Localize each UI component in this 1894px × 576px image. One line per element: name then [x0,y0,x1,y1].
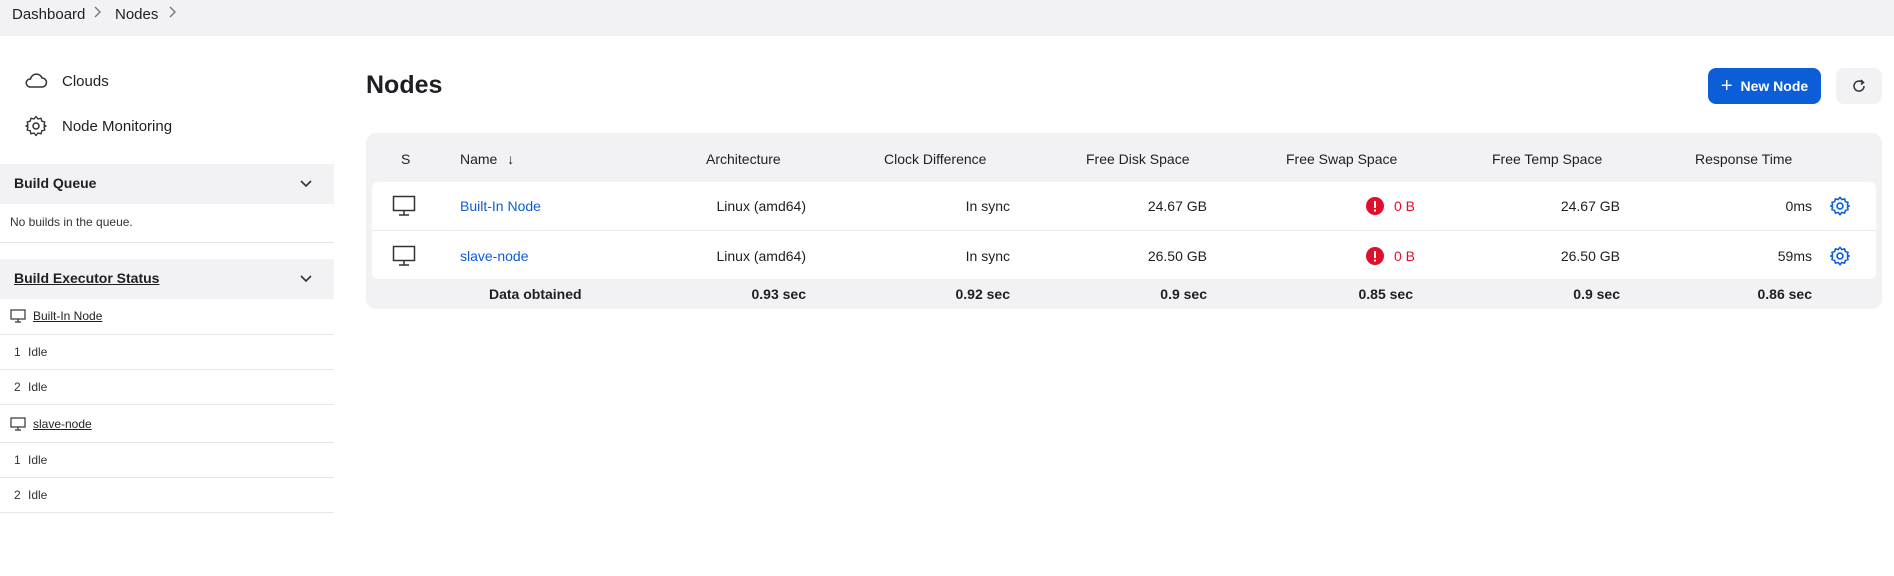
warning-icon [1366,247,1384,270]
computer-icon [392,195,416,216]
executor-row: 1 Idle [0,335,334,370]
data-obtained-temp: 0.9 sec [1573,286,1620,302]
response-value: 59ms [1777,248,1812,264]
data-obtained-disk: 0.9 sec [1160,286,1207,302]
data-obtained-swap: 0.85 sec [1358,286,1414,302]
divider [0,242,334,243]
configure-gear-icon[interactable] [1829,195,1851,217]
build-queue-header[interactable]: Build Queue [0,164,334,204]
temp-value: 26.50 GB [1560,248,1620,264]
executor-status: Idle [28,453,48,467]
data-obtained-response: 0.86 sec [1757,286,1813,302]
data-obtained-architecture: 0.93 sec [751,286,807,302]
executor-row: 2 Idle [0,478,334,513]
sort-arrow-icon: ↓ [507,151,515,167]
breadcrumb-dashboard[interactable]: Dashboard [12,6,85,23]
disk-value: 24.67 GB [1147,198,1207,214]
chevron-down-icon[interactable] [298,176,314,192]
refresh-icon [1853,79,1865,92]
sidebar-item-label: Node Monitoring [62,117,173,135]
header-clock-difference[interactable]: Clock Difference [884,151,986,167]
header-name[interactable]: Name ↓ [460,151,514,167]
header-name-label: Name [460,151,498,167]
breadcrumb-nodes[interactable]: Nodes [115,6,158,23]
executor-row: 1 Idle [0,443,334,478]
executor-number: 1 [14,453,21,467]
build-queue-title: Build Queue [14,175,97,191]
disk-value: 26.50 GB [1147,248,1207,264]
temp-value: 24.67 GB [1560,198,1620,214]
new-node-button[interactable]: + New Node [1708,68,1821,104]
sidebar-item-node-monitoring[interactable]: Node Monitoring [24,112,172,140]
executor-number: 2 [14,380,21,394]
data-obtained-label: Data obtained [489,286,582,302]
header-free-disk[interactable]: Free Disk Space [1086,151,1189,167]
executor-row: 2 Idle [0,370,334,405]
build-queue-empty: No builds in the queue. [10,215,133,229]
header-free-temp[interactable]: Free Temp Space [1492,151,1602,167]
sidebar-item-clouds[interactable]: Clouds [24,67,109,95]
executor-status-title[interactable]: Build Executor Status [14,270,159,286]
page-title: Nodes [366,71,443,99]
gear-icon [25,115,47,137]
response-value: 0ms [1785,198,1812,214]
configure-gear-icon[interactable] [1829,245,1851,267]
node-link[interactable]: Built-In Node [460,198,541,214]
executor-number: 2 [14,488,21,502]
computer-icon [10,417,26,431]
computer-icon [10,309,26,323]
cloud-icon [25,73,48,88]
executor-node-link[interactable]: slave-node [33,417,92,431]
swap-value: 0 B [1394,248,1416,264]
header-free-swap[interactable]: Free Swap Space [1286,151,1397,167]
executor-status: Idle [28,345,48,359]
executor-number: 1 [14,345,21,359]
warning-icon [1366,197,1384,220]
sidebar-item-label: Clouds [62,72,109,90]
header-response-time[interactable]: Response Time [1695,151,1792,167]
chevron-down-icon[interactable] [298,271,314,287]
executor-status: Idle [28,380,48,394]
swap-value: 0 B [1394,198,1416,214]
plus-icon: + [1720,75,1733,97]
data-obtained-clock: 0.92 sec [955,286,1011,302]
breadcrumb: Dashboard Nodes [0,0,1894,36]
computer-icon [392,245,416,266]
chevron-right-icon [93,5,103,22]
executor-node-built-in[interactable]: Built-In Node [10,306,102,326]
architecture-value: Linux (amd64) [716,248,807,264]
node-link[interactable]: slave-node [460,248,529,264]
refresh-button[interactable] [1836,68,1882,104]
executor-status: Idle [28,488,48,502]
header-status[interactable]: S [401,151,410,167]
executor-node-slave[interactable]: slave-node [10,414,92,434]
executor-node-link[interactable]: Built-In Node [33,309,102,323]
architecture-value: Linux (amd64) [716,198,807,214]
chevron-right-icon[interactable] [168,5,178,22]
new-node-label: New Node [1740,78,1809,94]
clock-value: In sync [965,248,1010,264]
executor-status-header[interactable]: Build Executor Status [0,259,334,299]
header-architecture[interactable]: Architecture [706,151,781,167]
clock-value: In sync [965,198,1010,214]
